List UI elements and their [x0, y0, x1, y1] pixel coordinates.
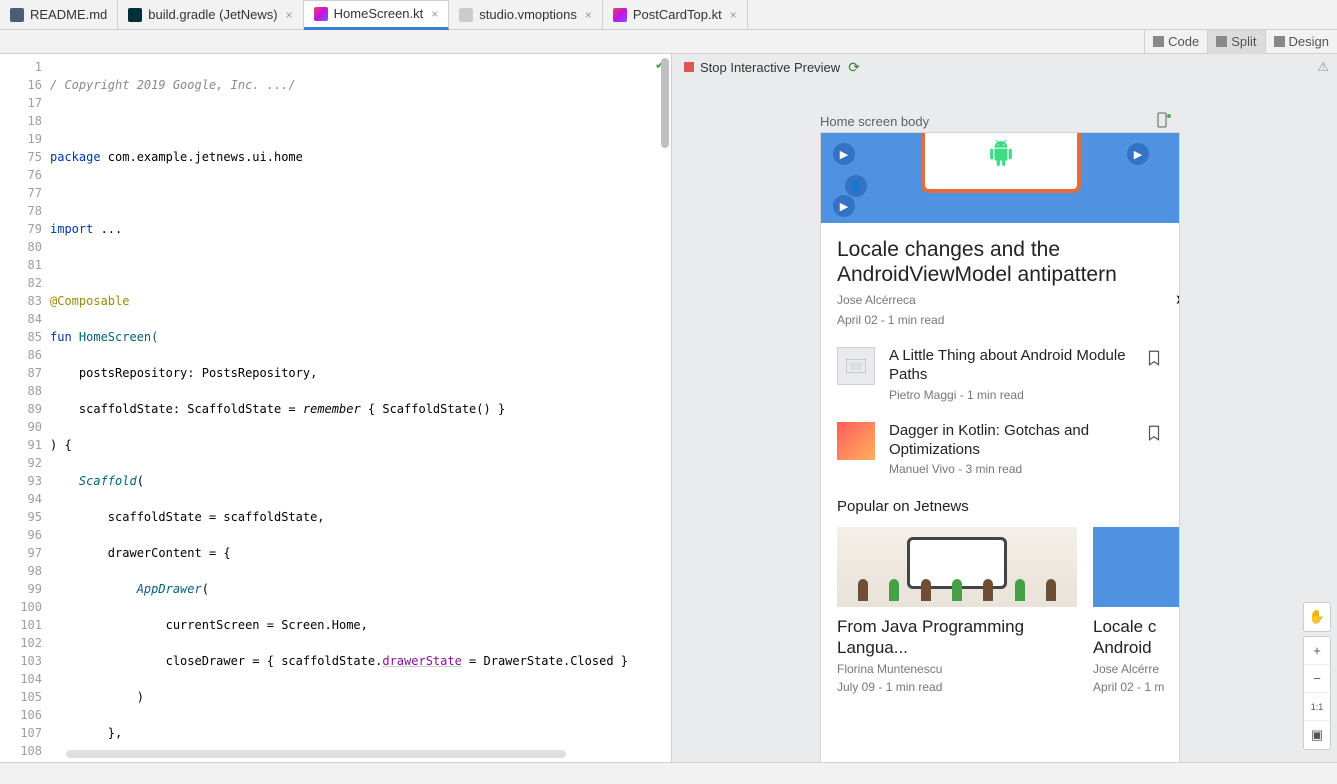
tab-label: HomeScreen.kt [334, 6, 424, 21]
close-icon[interactable]: × [431, 7, 438, 21]
card-byline: Jose Alcérre [1093, 662, 1180, 676]
tab-label: build.gradle (JetNews) [148, 7, 277, 22]
tab-readme[interactable]: README.md [0, 0, 118, 30]
tab-label: PostCardTop.kt [633, 7, 722, 22]
main-split: 1161718197576777879808182838485868788899… [0, 54, 1337, 762]
editor-horizontal-scrollbar[interactable] [66, 750, 566, 760]
tab-vmoptions[interactable]: studio.vmoptions × [449, 0, 603, 30]
device-icon[interactable] [1157, 112, 1171, 131]
article-meta: April 02-1 min read [837, 313, 1163, 327]
preview-title: Home screen body [820, 114, 929, 129]
tab-build-gradle[interactable]: build.gradle (JetNews) × [118, 0, 303, 30]
article-thumb [837, 422, 875, 460]
kotlin-icon [314, 7, 328, 21]
close-icon[interactable]: × [286, 8, 293, 22]
line-gutter: 1161718197576777879808182838485868788899… [0, 54, 50, 762]
preview-device[interactable]: ▶ 👤 ▶ ▶ Locale changes and the AndroidVi… [820, 132, 1180, 762]
pan-hand-icon[interactable]: ✋ [1304, 603, 1330, 631]
article-title: Dagger in Kotlin: Gotchas and Optimizati… [889, 422, 1137, 460]
viewmode-design[interactable]: Design [1265, 30, 1337, 54]
mouse-cursor-icon: ➤ [1175, 291, 1180, 308]
editor-vertical-scrollbar[interactable] [659, 54, 671, 762]
split-icon [1216, 36, 1227, 47]
viewmode-split[interactable]: Split [1207, 30, 1264, 54]
android-icon [987, 140, 1015, 166]
preview-toolbar: Stop Interactive Preview ⟳ ⚠ [672, 54, 1337, 80]
popular-horizontal-list[interactable]: From Java Programming Langua... Florina … [821, 519, 1179, 702]
article-byline: Manuel Vivo - 3 min read [889, 462, 1137, 476]
card-title: Locale c Android [1093, 617, 1180, 658]
viewmode-code[interactable]: Code [1144, 30, 1207, 54]
card-image [837, 527, 1077, 607]
pan-tool[interactable]: ✋ [1303, 602, 1331, 632]
code-icon [1153, 36, 1164, 47]
featured-article[interactable]: Locale changes and the AndroidViewModel … [821, 223, 1179, 337]
hero-phone-illustration [921, 133, 1081, 193]
tab-postcardtop[interactable]: PostCardTop.kt × [603, 0, 748, 30]
view-mode-bar: Code Split Design [0, 30, 1337, 54]
stop-interactive-label[interactable]: Stop Interactive Preview [700, 60, 840, 75]
popular-card[interactable]: Locale c Android Jose Alcérre April 02 -… [1093, 527, 1180, 694]
refresh-icon[interactable]: ⟳ [848, 59, 860, 76]
status-bar [0, 762, 1337, 784]
gradle-icon [128, 8, 142, 22]
preview-pane: Stop Interactive Preview ⟳ ⚠ Home screen… [672, 54, 1337, 762]
zoom-out-button[interactable]: − [1304, 665, 1330, 693]
code-area[interactable]: / Copyright 2019 Google, Inc. .../ packa… [50, 54, 671, 762]
section-heading: Popular on Jetnews [821, 486, 1179, 519]
editor-tab-bar: README.md build.gradle (JetNews) × HomeSc… [0, 0, 1337, 30]
card-meta: July 09 - 1 min read [837, 680, 1077, 694]
article-title: A Little Thing about Android Module Path… [889, 347, 1137, 385]
warning-icon[interactable]: ⚠ [1317, 59, 1329, 75]
zoom-fit-button[interactable]: ▣ [1304, 721, 1330, 749]
card-title: From Java Programming Langua... [837, 617, 1077, 658]
card-byline: Florina Muntenescu [837, 662, 1077, 676]
popular-card[interactable]: From Java Programming Langua... Florina … [837, 527, 1077, 694]
zoom-actual-button[interactable]: 1:1 [1304, 693, 1330, 721]
tab-label: README.md [30, 7, 107, 22]
hero-image: ▶ 👤 ▶ ▶ [821, 133, 1179, 223]
card-image [1093, 527, 1180, 607]
editor-pane: 1161718197576777879808182838485868788899… [0, 54, 672, 762]
article-list-item[interactable]: Dagger in Kotlin: Gotchas and Optimizati… [821, 412, 1179, 487]
close-icon[interactable]: × [585, 8, 592, 22]
article-byline: Jose Alcérreca [837, 293, 1163, 307]
bookmark-icon[interactable] [1145, 349, 1163, 367]
markdown-icon [10, 8, 24, 22]
text-file-icon [459, 8, 473, 22]
hero-chip-icon: ▶ [1127, 143, 1149, 165]
zoom-controls: + − 1:1 ▣ [1303, 636, 1331, 750]
zoom-in-button[interactable]: + [1304, 637, 1330, 665]
hero-chip-icon: 👤 [845, 175, 867, 197]
hero-chip-icon: ▶ [833, 143, 855, 165]
article-list-item[interactable]: A Little Thing about Android Module Path… [821, 337, 1179, 412]
tab-label: studio.vmoptions [479, 7, 577, 22]
stop-icon[interactable] [684, 62, 694, 72]
bookmark-icon[interactable] [1145, 424, 1163, 442]
article-byline: Pietro Maggi - 1 min read [889, 388, 1137, 402]
design-icon [1274, 36, 1285, 47]
kotlin-icon [613, 8, 627, 22]
hero-chip-icon: ▶ [833, 195, 855, 217]
close-icon[interactable]: × [730, 8, 737, 22]
article-title: Locale changes and the AndroidViewModel … [837, 237, 1163, 287]
card-meta: April 02 - 1 m [1093, 680, 1180, 694]
tab-homescreen[interactable]: HomeScreen.kt × [304, 0, 450, 30]
article-thumb [837, 347, 875, 385]
